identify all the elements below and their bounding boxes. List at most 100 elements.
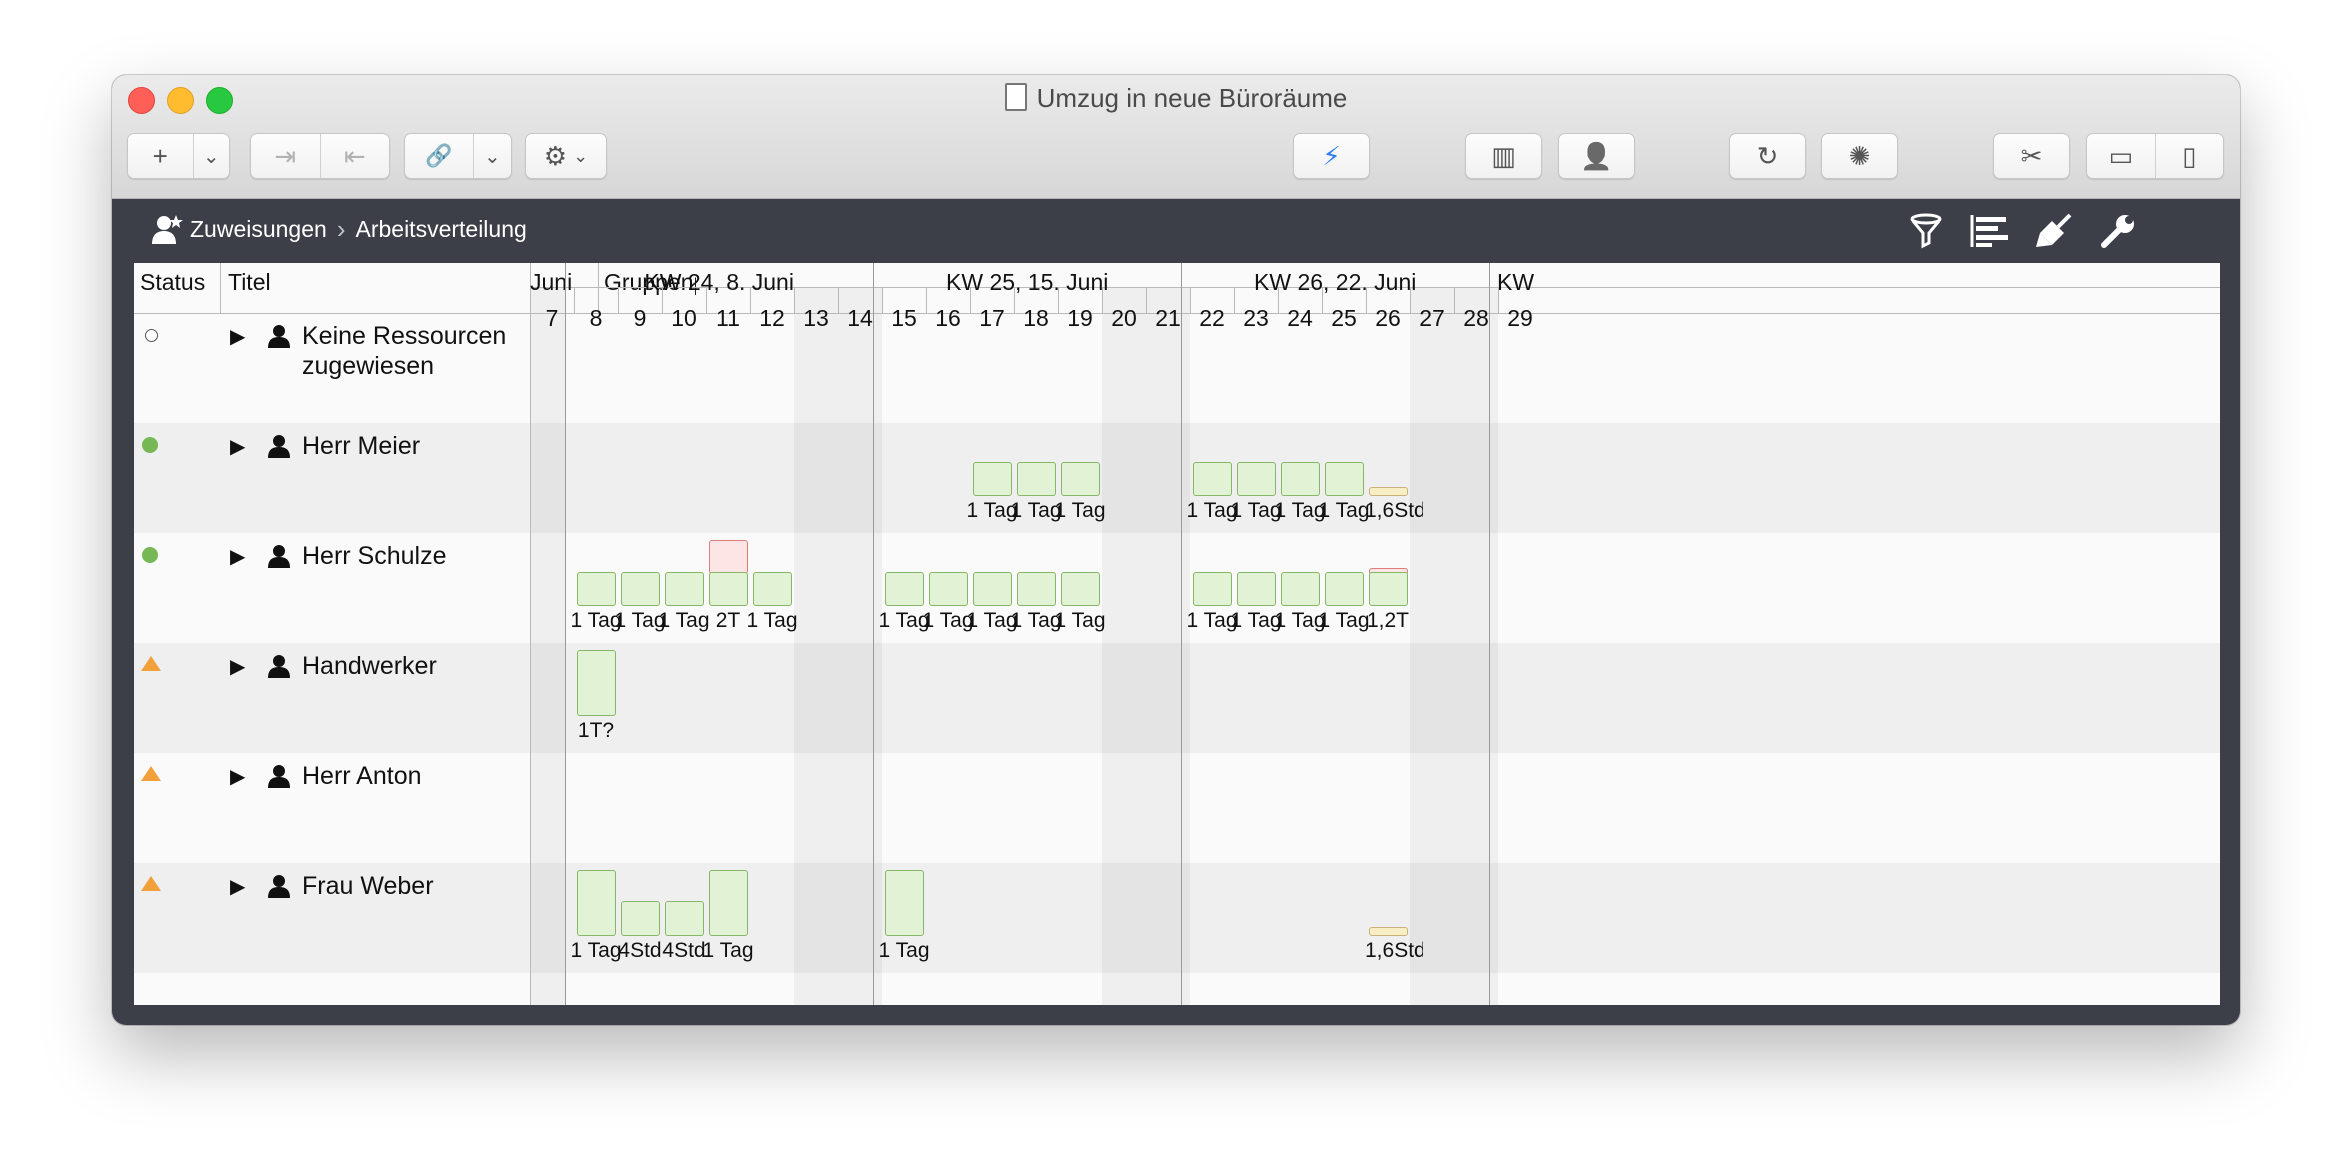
weekend-column <box>530 287 566 1005</box>
allocation-bar[interactable] <box>709 572 748 606</box>
resource-name[interactable]: Herr Meier <box>302 431 420 461</box>
resources-button[interactable]: 👤 <box>1558 133 1635 179</box>
library-button[interactable]: ▥ <box>1465 133 1542 179</box>
action-menu-button[interactable]: ⚙ ⌄ <box>525 133 607 179</box>
overload-bar[interactable] <box>709 540 748 574</box>
disclosure-triangle-icon[interactable]: ▶ <box>230 434 245 459</box>
day-divider <box>530 287 531 313</box>
link-icon[interactable]: 🔗 <box>405 134 473 178</box>
day-header: 21 <box>1155 305 1181 331</box>
document-icon <box>1004 83 1027 111</box>
link-dropdown-icon[interactable]: ⌄ <box>472 134 511 178</box>
disclosure-triangle-icon[interactable]: ▶ <box>230 874 245 899</box>
bottom-panel-icon[interactable]: ▭ <box>2087 134 2155 178</box>
right-panel-icon[interactable]: ▯ <box>2154 134 2224 178</box>
resource-name-continued: zugewiesen <box>302 352 435 380</box>
day-divider <box>1278 287 1279 313</box>
gantt-layout-icon[interactable] <box>1970 211 2010 251</box>
allocation-label: 1 Tag <box>702 939 754 962</box>
allocation-bar[interactable] <box>577 870 616 936</box>
allocation-bar[interactable] <box>577 650 616 716</box>
tools-button[interactable]: ✂ <box>1993 133 2070 179</box>
allocation-label: 1 Tag <box>878 939 930 962</box>
allocation-bar[interactable] <box>1193 462 1232 496</box>
allocation-bar[interactable] <box>1281 572 1320 606</box>
column-header-title[interactable]: Titel <box>228 269 271 296</box>
allocation-bar[interactable] <box>1369 572 1408 606</box>
day-header: 26 <box>1375 305 1401 331</box>
lightning-button[interactable]: ⚡ <box>1293 133 1370 179</box>
add-icon[interactable]: + <box>128 134 193 178</box>
allocation-bar[interactable] <box>1193 572 1232 606</box>
allocation-bar[interactable] <box>973 572 1012 606</box>
allocation-bar[interactable] <box>621 572 660 606</box>
resource-name[interactable]: Herr Anton <box>302 761 422 791</box>
breadcrumb-root[interactable]: Zuweisungen <box>190 216 327 243</box>
day-divider <box>970 287 971 313</box>
allocation-bar[interactable] <box>1325 572 1364 606</box>
day-header: 10 <box>671 305 697 331</box>
allocation-bar[interactable] <box>885 572 924 606</box>
person-icon <box>268 434 290 458</box>
day-header: 14 <box>847 305 873 331</box>
day-divider <box>1410 287 1411 313</box>
allocation-bar[interactable] <box>929 572 968 606</box>
allocation-bar[interactable] <box>1061 572 1100 606</box>
allocation-bar[interactable] <box>1017 462 1056 496</box>
indent-icon[interactable]: ⇥ <box>251 134 320 178</box>
allocation-bar[interactable] <box>1369 927 1408 936</box>
disclosure-triangle-icon[interactable]: ▶ <box>230 544 245 569</box>
allocation-bar[interactable] <box>1017 572 1056 606</box>
resource-name[interactable]: Frau Weber <box>302 871 434 901</box>
weekend-column <box>1454 287 1498 1005</box>
allocation-bar[interactable] <box>665 572 704 606</box>
allocation-bar[interactable] <box>709 870 748 936</box>
allocation-bar[interactable] <box>885 870 924 936</box>
indent-outdent-group[interactable]: ⇥ ⇤ <box>250 133 390 179</box>
disclosure-triangle-icon[interactable]: ▶ <box>230 654 245 679</box>
panel-toggle-group[interactable]: ▭ ▯ <box>2086 133 2224 179</box>
wrench-icon[interactable] <box>2098 211 2138 251</box>
allocation-label: 1 Tag <box>746 609 798 632</box>
breadcrumb: Zuweisungen › Arbeitsverteilung <box>150 212 527 246</box>
filter-icon[interactable] <box>1906 211 1946 251</box>
allocation-bar[interactable] <box>1061 462 1100 496</box>
refresh-button[interactable]: ↻ <box>1729 133 1806 179</box>
allocation-bar[interactable] <box>577 572 616 606</box>
weekend-column <box>838 287 882 1005</box>
week-header: KW 24, 8. Juni <box>644 269 794 295</box>
day-header: 19 <box>1067 305 1093 331</box>
allocation-bar[interactable] <box>1369 487 1408 496</box>
column-header-status[interactable]: Status <box>140 269 205 296</box>
allocation-bar[interactable] <box>1281 462 1320 496</box>
allocation-label: 1,6Std <box>1365 499 1423 522</box>
allocation-bar[interactable] <box>1237 572 1276 606</box>
allocation-bar[interactable] <box>1237 462 1276 496</box>
day-divider <box>1146 287 1147 313</box>
resource-name[interactable]: Keine Ressourcen <box>302 321 506 351</box>
network-button[interactable]: ✺ <box>1821 133 1898 179</box>
resource-name[interactable]: Handwerker <box>302 651 437 681</box>
week-header: KW 25, 15. Juni <box>946 269 1109 295</box>
day-header: 22 <box>1199 305 1225 331</box>
allocation-bar[interactable] <box>665 901 704 936</box>
assignments-icon <box>152 215 183 244</box>
allocation-bar[interactable] <box>753 572 792 606</box>
disclosure-triangle-icon[interactable]: ▶ <box>230 764 245 789</box>
status-empty-icon <box>145 329 158 342</box>
brush-icon[interactable] <box>2034 211 2074 251</box>
day-header: 13 <box>803 305 829 331</box>
add-dropdown-icon[interactable]: ⌄ <box>192 134 229 178</box>
day-header: 28 <box>1463 305 1489 331</box>
person-icon: 👤 <box>1580 140 1613 171</box>
allocation-bar[interactable] <box>621 901 660 936</box>
day-header: 16 <box>935 305 961 331</box>
disclosure-triangle-icon[interactable]: ▶ <box>230 324 245 349</box>
outdent-icon[interactable]: ⇤ <box>319 134 390 178</box>
link-button-group[interactable]: 🔗 ⌄ <box>404 133 512 179</box>
breadcrumb-current[interactable]: Arbeitsverteilung <box>355 216 526 243</box>
add-item-button-group[interactable]: + ⌄ <box>127 133 230 179</box>
resource-name[interactable]: Herr Schulze <box>302 541 447 571</box>
allocation-bar[interactable] <box>973 462 1012 496</box>
allocation-bar[interactable] <box>1325 462 1364 496</box>
